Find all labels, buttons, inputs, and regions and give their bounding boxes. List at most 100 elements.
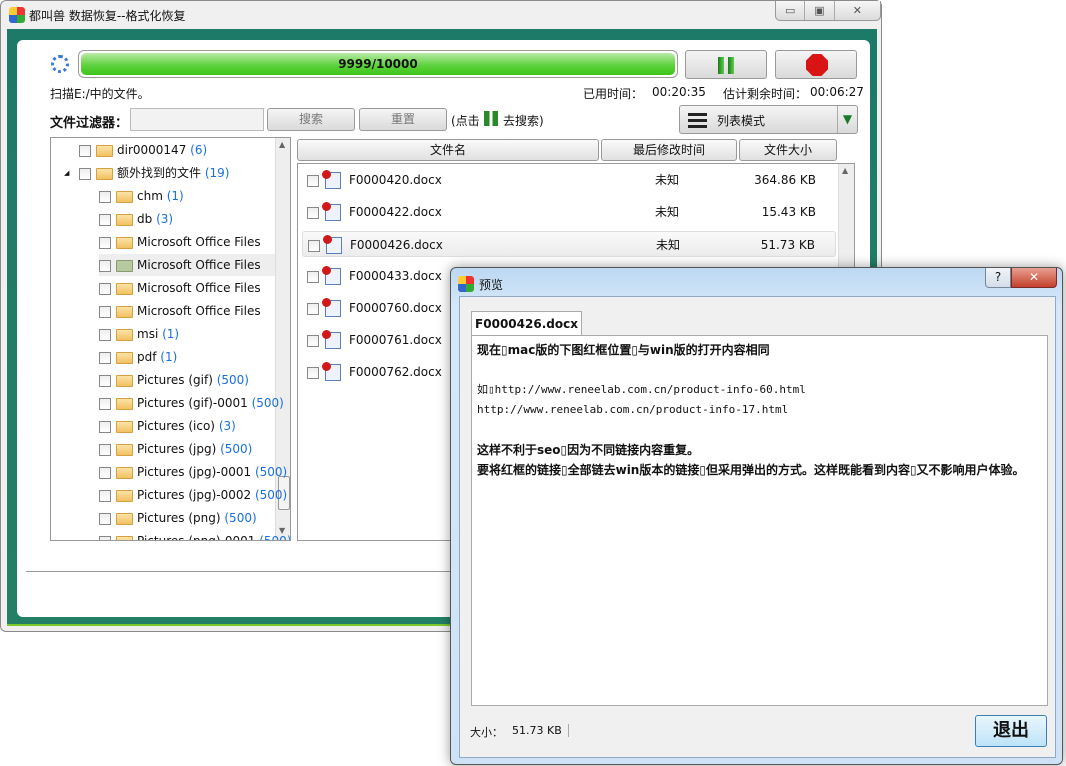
tree-checkbox[interactable] (99, 213, 111, 226)
file-row[interactable]: F0000422.docx 未知 15.43 KB (302, 199, 836, 225)
tree-checkbox[interactable] (99, 512, 111, 525)
tree-checkbox[interactable] (99, 305, 111, 318)
tree-checkbox[interactable] (99, 351, 111, 364)
file-name: F0000420.docx (349, 173, 442, 187)
file-row[interactable]: F0000426.docx 未知 51.73 KB (302, 231, 836, 257)
tree-item[interactable]: db (3) (99, 208, 275, 230)
tree-checkbox[interactable] (99, 489, 111, 502)
search-button[interactable]: 搜索 (267, 108, 355, 131)
preview-title: 预览 (479, 278, 504, 292)
tree-checkbox[interactable] (99, 466, 111, 479)
tree-checkbox[interactable] (99, 236, 111, 249)
tree-item[interactable]: Pictures (jpg) (500) (99, 438, 275, 460)
view-mode-dropdown[interactable]: 列表模式 ▼ (679, 105, 858, 134)
file-row[interactable]: F0000420.docx 未知 364.86 KB (302, 167, 836, 193)
preview-body: F0000426.docx 现在▯mac版的下图红框位置▯与win版的打开内容相… (459, 296, 1056, 758)
tree-item[interactable]: Pictures (png)-0001 (500) (99, 530, 290, 540)
close-button[interactable]: ✕ (835, 1, 880, 20)
tree-item[interactable]: dir0000147 (6) (79, 139, 275, 161)
stop-button[interactable] (775, 50, 857, 79)
file-checkbox[interactable] (307, 334, 319, 347)
file-name: F0000761.docx (349, 333, 442, 347)
preview-tab[interactable]: F0000426.docx (471, 311, 582, 337)
tree-item-count: (500) (224, 511, 257, 525)
tree-checkbox[interactable] (99, 535, 111, 540)
column-header-name[interactable]: 文件名 (297, 139, 599, 161)
pause-hint-icon (484, 111, 498, 126)
tree-checkbox[interactable] (99, 259, 111, 272)
docx-file-icon (322, 266, 341, 285)
file-name: F0000422.docx (349, 205, 442, 219)
file-checkbox[interactable] (307, 270, 319, 283)
file-checkbox[interactable] (307, 302, 319, 315)
tree-item[interactable]: chm (1) (99, 185, 275, 207)
tree-item[interactable]: Pictures (gif)-0001 (500) (99, 392, 284, 414)
folder-icon (116, 351, 133, 364)
file-name: F0000433.docx (349, 269, 442, 283)
tree-checkbox[interactable] (99, 328, 111, 341)
tree-item-label: chm (137, 189, 163, 203)
tree-item[interactable]: Pictures (ico) (3) (99, 415, 275, 437)
tree-checkbox[interactable] (79, 144, 91, 157)
tree-item[interactable]: Microsoft Office Files (99, 231, 275, 253)
elapsed-time: 00:20:35 (652, 85, 706, 99)
tree-item[interactable]: Microsoft Office Files (99, 254, 275, 276)
exit-button[interactable]: 退出 (975, 715, 1047, 747)
help-button[interactable]: ? (985, 268, 1011, 288)
pause-button[interactable] (685, 50, 767, 79)
file-modified: 未知 (656, 238, 681, 252)
folder-icon (116, 512, 133, 525)
tree-item[interactable]: msi (1) (99, 323, 275, 345)
tree-item[interactable]: Pictures (png) (500) (99, 507, 275, 529)
preview-dialog: 预览 ? ✕ F0000426.docx 现在▯mac版的下图红框位置▯与win… (450, 267, 1063, 765)
preview-line: 如▯http://www.reneelab.com.cn/product-inf… (477, 383, 806, 396)
tree-item[interactable]: Pictures (jpg)-0001 (500) (99, 461, 287, 483)
file-size: 15.43 KB (761, 205, 816, 219)
tree-checkbox[interactable] (99, 374, 111, 387)
tree-checkbox[interactable] (99, 443, 111, 456)
window-title: 都叫兽 数据恢复--格式化恢复 (29, 9, 186, 23)
tree-item[interactable]: Pictures (jpg)-0002 (500) (99, 484, 287, 506)
tree-item[interactable]: ◢ 额外找到的文件 (19) (64, 162, 275, 184)
file-name: F0000762.docx (349, 365, 442, 379)
dialog-close-button[interactable]: ✕ (1011, 268, 1057, 288)
tree-scrollbar[interactable]: ▲ ▼ (275, 138, 290, 540)
folder-icon (96, 144, 113, 157)
tree-item-count: (500) (220, 442, 253, 456)
file-checkbox[interactable] (307, 174, 319, 187)
file-checkbox[interactable] (307, 366, 319, 379)
tree-checkbox[interactable] (99, 282, 111, 295)
tree-checkbox[interactable] (79, 167, 91, 180)
file-checkbox[interactable] (307, 206, 319, 219)
minimize-button[interactable]: ▭ (776, 1, 806, 20)
remaining-time: 00:06:27 (810, 85, 864, 99)
reset-button[interactable]: 重置 (359, 108, 447, 131)
tree-item-count: (19) (204, 166, 230, 180)
maximize-button[interactable]: ▣ (805, 1, 835, 20)
tree-checkbox[interactable] (99, 420, 111, 433)
folder-icon (116, 443, 133, 456)
preview-content: 现在▯mac版的下图红框位置▯与win版的打开内容相同 如▯http://www.… (471, 335, 1048, 706)
tree-item-label: Microsoft Office Files (137, 304, 261, 318)
preview-app-icon (458, 276, 474, 292)
column-header-modified[interactable]: 最后修改时间 (601, 139, 737, 161)
scroll-up-icon[interactable]: ▲ (279, 140, 285, 149)
expand-arrow-icon[interactable]: ◢ (64, 162, 69, 184)
tree-item[interactable]: Microsoft Office Files (99, 277, 275, 299)
folder-icon (116, 305, 133, 318)
tree-item[interactable]: Pictures (gif) (500) (99, 369, 275, 391)
column-header-size[interactable]: 文件大小 (739, 139, 837, 161)
preview-line: 这样不利于seo▯因为不同链接内容重复。 (477, 443, 700, 457)
filter-input[interactable] (130, 108, 264, 131)
tree-item-count: (500) (254, 465, 288, 479)
tree-item[interactable]: pdf (1) (99, 346, 275, 368)
tree-item-label: 额外找到的文件 (117, 166, 202, 180)
tree-item[interactable]: Microsoft Office Files (99, 300, 275, 322)
tree-checkbox[interactable] (99, 190, 111, 203)
tree-item-count: (500) (254, 488, 288, 502)
file-checkbox[interactable] (308, 239, 320, 252)
tree-item-count: (1) (162, 327, 180, 341)
chevron-down-icon[interactable]: ▼ (837, 106, 857, 133)
tree-checkbox[interactable] (99, 397, 111, 410)
scroll-up-icon[interactable]: ▲ (842, 166, 848, 175)
